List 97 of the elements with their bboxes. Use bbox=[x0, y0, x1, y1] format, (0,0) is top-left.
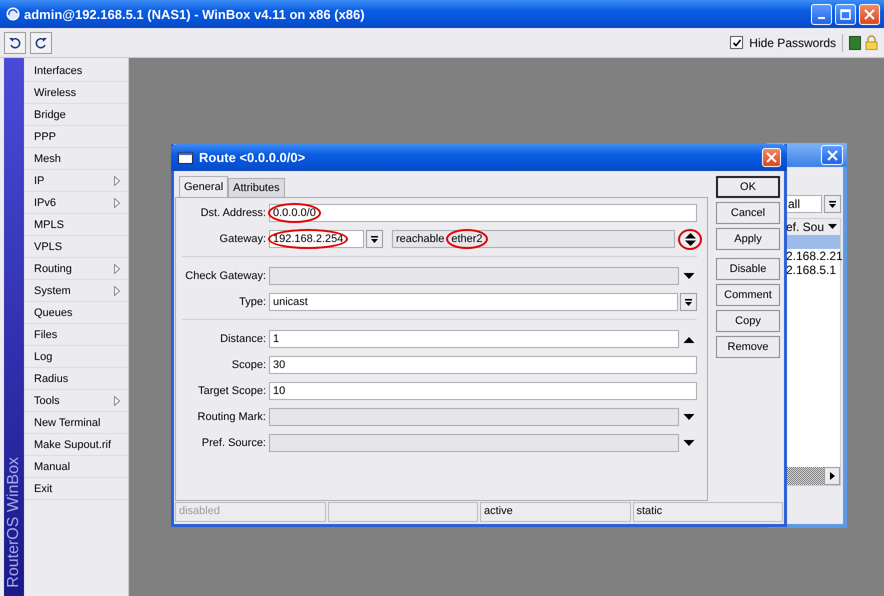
menu-item[interactable]: Exit bbox=[24, 478, 128, 500]
status-cell: static bbox=[632, 502, 783, 522]
redo-icon bbox=[34, 36, 48, 50]
menu-item[interactable]: PPP bbox=[24, 126, 128, 148]
close-button[interactable] bbox=[762, 148, 781, 167]
menu-item[interactable]: VPLS bbox=[24, 236, 128, 258]
status-indicator-icon bbox=[849, 36, 861, 50]
tab[interactable]: Attributes bbox=[228, 178, 285, 197]
down-arrow-icon bbox=[828, 200, 837, 208]
redo-button[interactable] bbox=[30, 32, 52, 54]
menu-item[interactable]: IPv6 bbox=[24, 192, 128, 214]
minimize-button[interactable] bbox=[811, 4, 832, 24]
hide-passwords-checkbox[interactable]: Hide Passwords bbox=[730, 36, 836, 50]
menu-item[interactable]: Tools bbox=[24, 390, 128, 412]
input-field[interactable]: 1 bbox=[269, 330, 679, 348]
list-row[interactable]: 2.168.5.1 bbox=[786, 263, 840, 277]
filter-field[interactable]: all bbox=[785, 195, 822, 213]
submenu-arrow-icon bbox=[114, 176, 120, 186]
status-cell: active bbox=[480, 502, 630, 522]
menu-item[interactable]: Bridge bbox=[24, 104, 128, 126]
menu-item[interactable]: Routing bbox=[24, 258, 128, 280]
collapse-arrow-icon[interactable] bbox=[681, 336, 697, 342]
close-button[interactable] bbox=[821, 145, 843, 165]
dropdown-arrow-icon bbox=[828, 224, 837, 230]
field-label: Target Scope: bbox=[197, 385, 267, 397]
field-label: Scope: bbox=[230, 359, 267, 371]
menu-item[interactable]: Wireless bbox=[24, 82, 128, 104]
submenu-arrow-icon bbox=[114, 286, 120, 296]
input-field[interactable]: 0.0.0.0/0 bbox=[269, 204, 697, 222]
down-arrow-icon bbox=[370, 234, 379, 244]
field-label: Type: bbox=[238, 296, 267, 308]
menu-item[interactable]: Mesh bbox=[24, 148, 128, 170]
dropdown-arrow-icon[interactable] bbox=[681, 272, 697, 280]
dialog-title: Route <0.0.0.0/0> bbox=[199, 150, 306, 165]
menu-item[interactable]: Queues bbox=[24, 302, 128, 324]
status-cell: disabled bbox=[175, 502, 326, 522]
input-field[interactable]: unicast bbox=[269, 293, 678, 311]
brand-label: RouterOS WinBox bbox=[5, 457, 23, 588]
field-label: Routing Mark: bbox=[196, 411, 267, 423]
submenu-arrow-icon bbox=[114, 264, 120, 274]
list-row[interactable]: 2.168.2.21 bbox=[786, 249, 840, 263]
menu-item[interactable]: Interfaces bbox=[24, 60, 128, 82]
undo-button[interactable] bbox=[4, 32, 26, 54]
menu-item[interactable]: MPLS bbox=[24, 214, 128, 236]
dialog-button[interactable]: Apply bbox=[716, 228, 780, 250]
window-title: admin@192.168.5.1 (NAS1) - WinBox v4.11 on x86 (x86) bbox=[24, 6, 365, 22]
highlight-ring bbox=[446, 229, 488, 249]
highlight-ring bbox=[268, 203, 321, 223]
field-label: Distance: bbox=[219, 333, 267, 345]
up-down-arrows-icon[interactable] bbox=[684, 232, 696, 246]
input-field[interactable]: 30 bbox=[269, 356, 697, 374]
submenu-arrow-icon bbox=[114, 396, 120, 406]
combo-button[interactable] bbox=[680, 293, 697, 311]
menu-item[interactable]: Log bbox=[24, 346, 128, 368]
dialog-button[interactable]: Comment bbox=[716, 284, 780, 306]
combo-button[interactable] bbox=[824, 195, 841, 213]
swirl-icon bbox=[6, 7, 20, 21]
menu-item[interactable]: IP bbox=[24, 170, 128, 192]
input-field[interactable]: 10 bbox=[269, 382, 697, 400]
undo-icon bbox=[8, 36, 22, 50]
highlight-ring bbox=[678, 228, 702, 250]
combo-button[interactable] bbox=[366, 230, 383, 248]
column-header[interactable]: ef. Sou bbox=[786, 219, 840, 235]
gateway-status-field: reachable ether2 bbox=[392, 230, 675, 248]
scroll-right-icon[interactable] bbox=[824, 467, 840, 485]
lock-icon bbox=[865, 35, 878, 50]
menu-item[interactable]: Radius bbox=[24, 368, 128, 390]
field-label: Pref. Source: bbox=[200, 437, 267, 449]
dialog-button[interactable]: Disable bbox=[716, 258, 780, 280]
menu-item[interactable]: Manual bbox=[24, 456, 128, 478]
input-field[interactable]: 192.168.2.254 bbox=[269, 230, 364, 248]
close-icon bbox=[864, 8, 875, 20]
menu-item[interactable]: System bbox=[24, 280, 128, 302]
menu-item[interactable]: New Terminal bbox=[24, 412, 128, 434]
submenu-arrow-icon bbox=[114, 198, 120, 208]
dialog-button[interactable]: Remove bbox=[716, 336, 780, 358]
field-label: Dst. Address: bbox=[200, 207, 267, 219]
down-arrow-icon bbox=[684, 298, 693, 306]
dialog-button[interactable]: Copy bbox=[716, 310, 780, 332]
menu-item[interactable]: Make Supout.rif bbox=[24, 434, 128, 456]
minimize-icon bbox=[818, 16, 825, 18]
dialog-button[interactable]: OK bbox=[716, 176, 780, 198]
field-label: Gateway: bbox=[218, 233, 267, 245]
checkbox[interactable] bbox=[730, 36, 744, 49]
tab[interactable]: General bbox=[179, 176, 228, 197]
maximize-button[interactable] bbox=[835, 4, 856, 24]
close-icon bbox=[826, 150, 838, 160]
menu-item[interactable]: Files bbox=[24, 324, 128, 346]
field-label: Check Gateway: bbox=[184, 270, 267, 282]
window-icon bbox=[178, 152, 193, 164]
dropdown-arrow-icon[interactable] bbox=[681, 440, 697, 446]
dropdown-arrow-icon[interactable] bbox=[681, 414, 697, 420]
maximize-icon bbox=[840, 8, 851, 20]
horizontal-scrollbar[interactable] bbox=[786, 467, 840, 485]
dialog-button[interactable]: Cancel bbox=[716, 202, 780, 224]
close-button[interactable] bbox=[859, 4, 880, 24]
close-icon bbox=[766, 152, 777, 163]
